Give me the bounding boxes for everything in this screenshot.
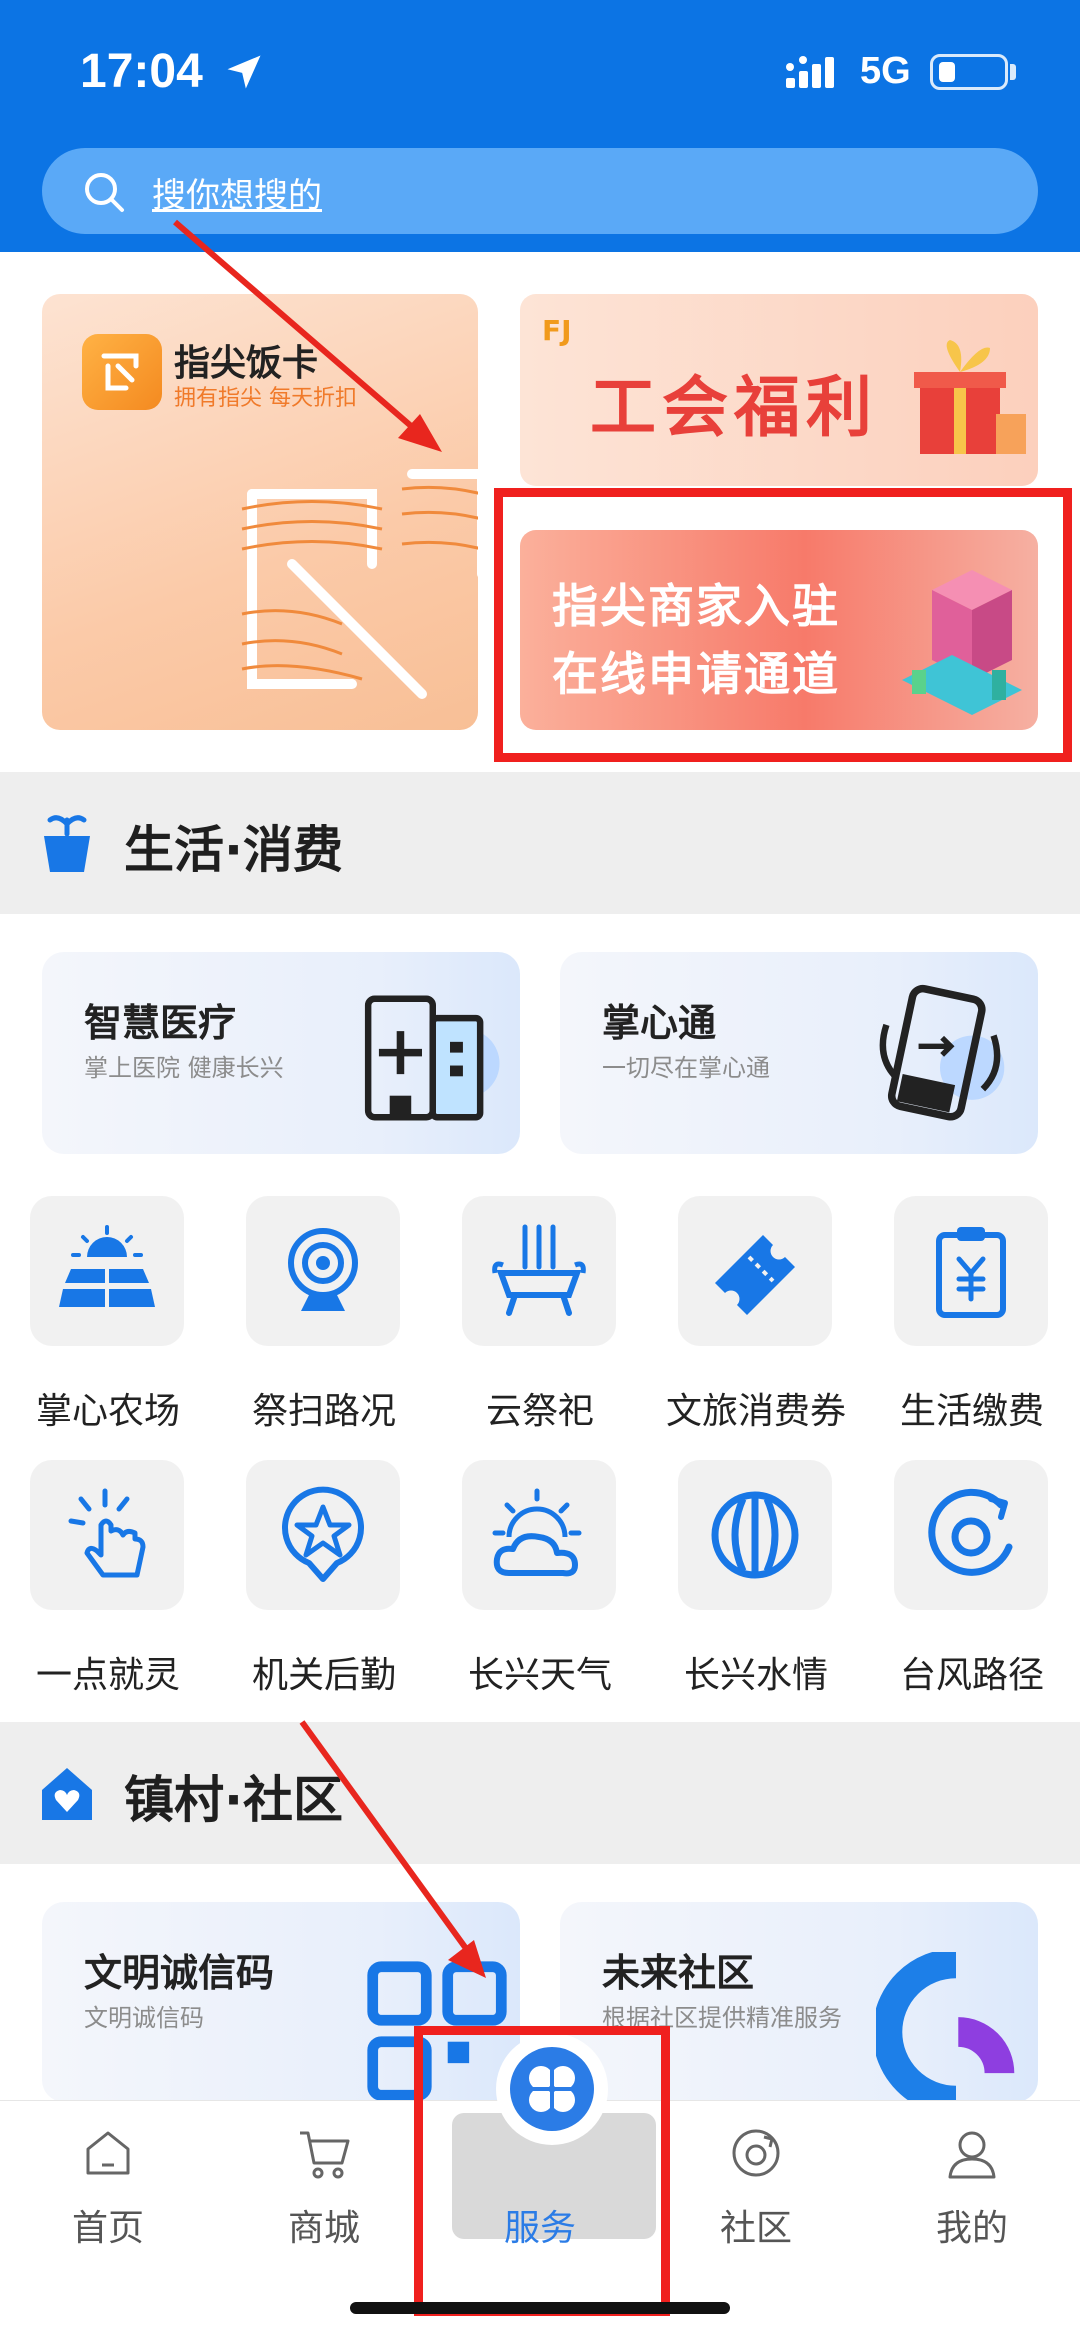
bill-icon xyxy=(936,1227,1006,1318)
signal-icon xyxy=(786,56,834,88)
card-subtitle: 一切尽在掌心通 xyxy=(602,1054,770,1082)
nav-label: 商城 xyxy=(287,2208,360,2249)
card-subtitle: 文明诚信码 xyxy=(84,2004,204,2032)
highlight-box-merchant xyxy=(494,488,1072,762)
nav-label: 社区 xyxy=(719,2208,792,2249)
banner-left-title: 指尖饭卡 xyxy=(174,343,319,384)
grid-icon-box xyxy=(246,1196,400,1346)
card-palm-pass[interactable]: 掌心通 一切尽在掌心通 xyxy=(560,952,1038,1154)
status-bar: 17:04 5G xyxy=(0,0,1080,140)
grid-icon-box xyxy=(462,1196,616,1346)
grid-label: 祭扫路况 xyxy=(251,1391,396,1432)
grid-icon-box xyxy=(894,1196,1048,1346)
grid-label: 长兴天气 xyxy=(467,1655,612,1696)
grid-item-water[interactable]: 长兴水情 xyxy=(648,1460,864,1700)
search-placeholder[interactable]: 搜你想搜的 xyxy=(152,168,322,217)
section-title-community: 镇村·社区 xyxy=(124,1771,343,1829)
grid-label: 掌心农场 xyxy=(35,1391,180,1432)
nav-mall[interactable]: 商城 xyxy=(216,2101,432,2301)
status-time: 17:04 xyxy=(80,45,203,98)
section-title-life: 生活·消费 xyxy=(124,821,343,879)
typhoon-icon xyxy=(928,1488,1013,1576)
card-title: 智慧医疗 xyxy=(84,1001,237,1045)
grid-item-tomb-road[interactable]: 祭扫路况 xyxy=(216,1196,432,1436)
grid-item-life-payment[interactable]: 生活缴费 xyxy=(864,1196,1080,1436)
grid-label: 长兴水情 xyxy=(683,1655,828,1696)
section-town-community: 镇村·社区 xyxy=(0,1722,1080,1864)
banner-left-subtitle: 拥有指尖 每天折扣 xyxy=(174,386,357,411)
grid-icon-box xyxy=(678,1196,832,1346)
grid-label: 文旅消费券 xyxy=(665,1391,846,1432)
grid-item-cloud-worship[interactable]: 云祭祀 xyxy=(432,1196,648,1436)
house-heart-icon xyxy=(42,1768,92,1820)
nav-mine[interactable]: 我的 xyxy=(864,2101,1080,2301)
search-icon xyxy=(85,173,124,212)
card-title: 文明诚信码 xyxy=(84,1951,275,1995)
card-smart-medical[interactable]: 智慧医疗 掌上医院 健康长兴 xyxy=(42,952,520,1154)
grid-item-weather[interactable]: 长兴天气 xyxy=(432,1460,648,1700)
banner-union-text: 工会福利 xyxy=(590,368,878,446)
nav-community[interactable]: 社区 xyxy=(648,2101,864,2301)
meal-card-logo-icon xyxy=(82,334,162,410)
battery-tip xyxy=(1010,64,1016,80)
nav-label: 我的 xyxy=(935,2208,1008,2249)
location-icon xyxy=(227,55,261,89)
card-title: 掌心通 xyxy=(602,1001,717,1045)
user-icon xyxy=(948,2131,996,2179)
ticket-icon xyxy=(715,1235,795,1315)
network-type: 5G xyxy=(860,50,911,92)
phone-transfer-icon xyxy=(879,984,1005,1121)
star-pin-icon xyxy=(282,1486,364,1582)
future-community-logo-icon xyxy=(876,1952,1015,2102)
grid-label: 台风路径 xyxy=(899,1655,1044,1696)
cart-icon xyxy=(300,2131,350,2179)
hospital-building-icon xyxy=(364,995,500,1121)
nav-label: 首页 xyxy=(71,2208,144,2249)
card-title: 未来社区 xyxy=(602,1951,755,1995)
grid-icon-box xyxy=(462,1460,616,1610)
tap-icon xyxy=(68,1488,146,1578)
grid-item-farm[interactable]: 掌心农场 xyxy=(0,1196,216,1436)
grid-icon-box xyxy=(678,1460,832,1610)
grid-item-typhoon[interactable]: 台风路径 xyxy=(864,1460,1080,1700)
grid-icon-box xyxy=(30,1196,184,1346)
search-bar[interactable]: 搜你想搜的 xyxy=(42,148,1038,234)
grid-item-logistics[interactable]: 机关后勤 xyxy=(216,1460,432,1700)
banner-union-benefits[interactable]: FJ 工会福利 xyxy=(520,294,1038,486)
section-life-consumption: 生活·消费 xyxy=(0,772,1080,914)
banner-fingertip-meal-card[interactable]: 指尖饭卡 拥有指尖 每天折扣 xyxy=(42,294,478,730)
grid-label: 生活缴费 xyxy=(899,1391,1044,1432)
incense-icon xyxy=(492,1224,586,1316)
highlight-box-service xyxy=(414,2026,670,2316)
battery-icon xyxy=(930,54,1008,90)
water-icon xyxy=(711,1491,799,1579)
home-indicator xyxy=(350,2302,730,2314)
fingerprint-logo-icon xyxy=(241,469,478,699)
card-subtitle: 掌上医院 健康长兴 xyxy=(84,1054,284,1082)
grid-icon-box xyxy=(894,1460,1048,1610)
nav-home[interactable]: 首页 xyxy=(0,2101,216,2301)
home-icon xyxy=(86,2131,130,2175)
weather-icon xyxy=(492,1488,582,1577)
brand-mark: FJ xyxy=(542,314,572,347)
farm-icon xyxy=(59,1225,155,1307)
camera-icon xyxy=(288,1228,358,1311)
grid-label: 一点就灵 xyxy=(35,1655,180,1696)
grid-label: 机关后勤 xyxy=(251,1655,396,1696)
grid-icon-box xyxy=(246,1460,400,1610)
community-icon xyxy=(732,2129,780,2177)
grid-item-one-tap[interactable]: 一点就灵 xyxy=(0,1460,216,1700)
grid-label: 云祭祀 xyxy=(485,1391,594,1432)
plant-pot-icon xyxy=(44,815,90,872)
grid-item-travel-coupon[interactable]: 文旅消费券 xyxy=(648,1196,864,1436)
gift-box-icon xyxy=(914,340,1026,454)
grid-icon-box xyxy=(30,1460,184,1610)
app-header: 17:04 5G 搜你想搜的 xyxy=(0,0,1080,252)
